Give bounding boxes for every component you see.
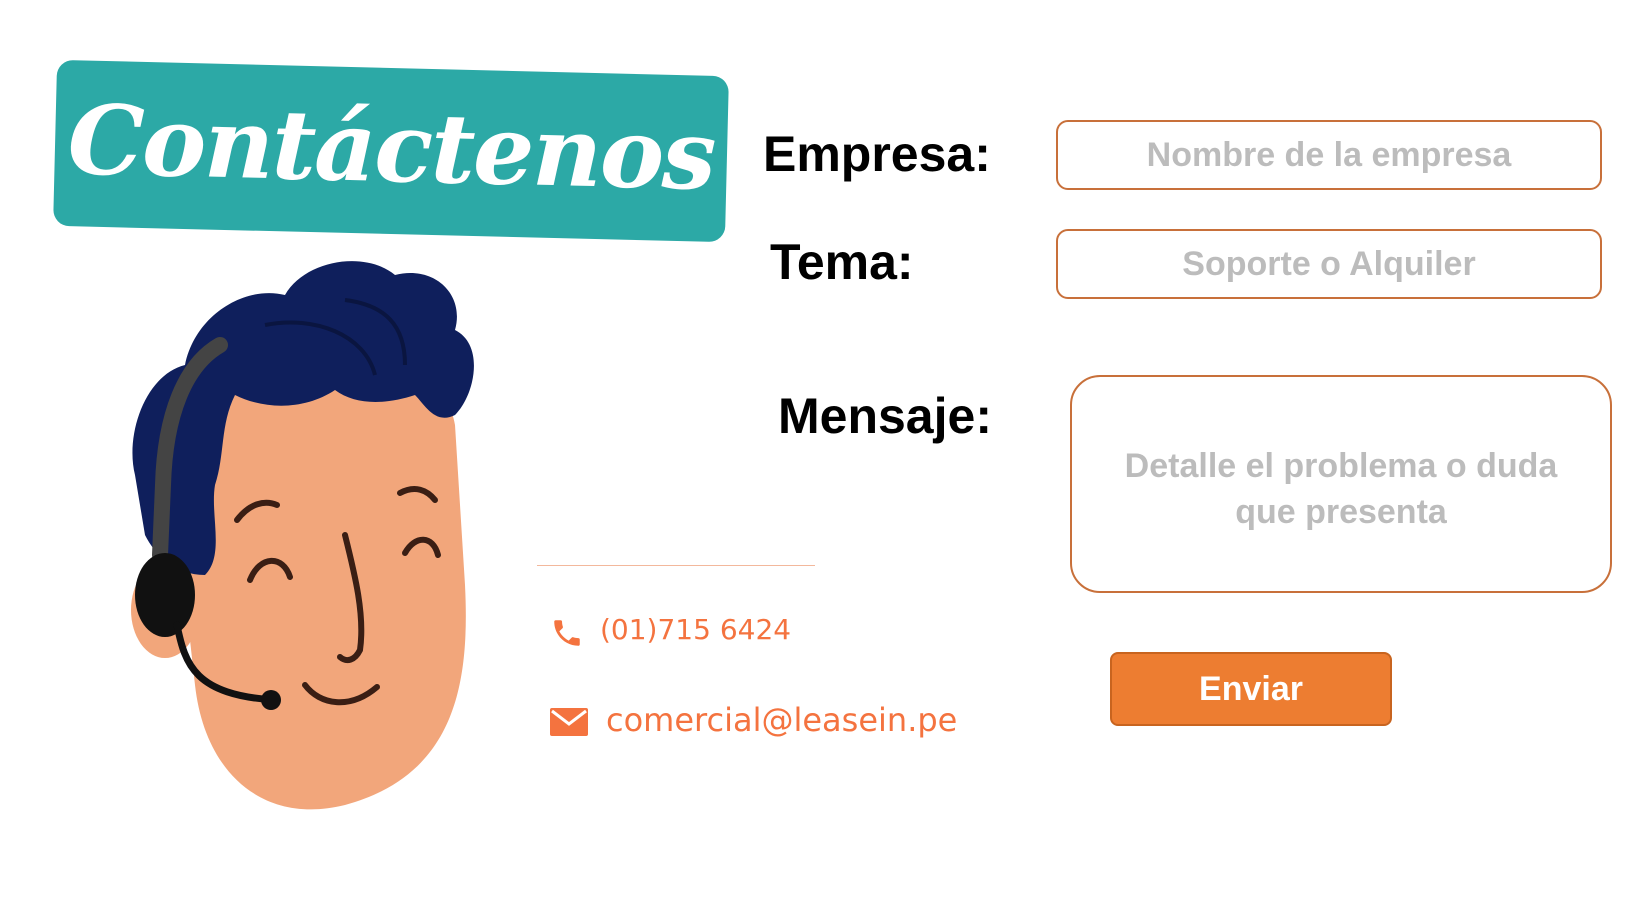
topic-label: Tema:: [770, 234, 914, 290]
banner-title: Contáctenos: [66, 82, 716, 212]
message-textarea[interactable]: Detalle el problema o duda que presenta: [1070, 375, 1612, 593]
envelope-icon: [550, 708, 588, 736]
company-input[interactable]: [1056, 120, 1602, 190]
support-agent-illustration: [131, 261, 474, 810]
contact-phone: (01)715 6424: [600, 613, 792, 646]
contact-divider: [537, 565, 815, 566]
topic-input[interactable]: [1056, 229, 1602, 299]
company-label: Empresa:: [763, 126, 991, 182]
contact-email[interactable]: comercial@leasein.pe: [606, 701, 957, 739]
message-placeholder: Detalle el problema o duda que presenta: [1124, 447, 1558, 531]
message-label: Mensaje:: [778, 388, 992, 444]
phone-icon: [554, 620, 580, 646]
contact-banner: Contáctenos: [53, 59, 729, 243]
send-button[interactable]: Enviar: [1110, 652, 1392, 726]
